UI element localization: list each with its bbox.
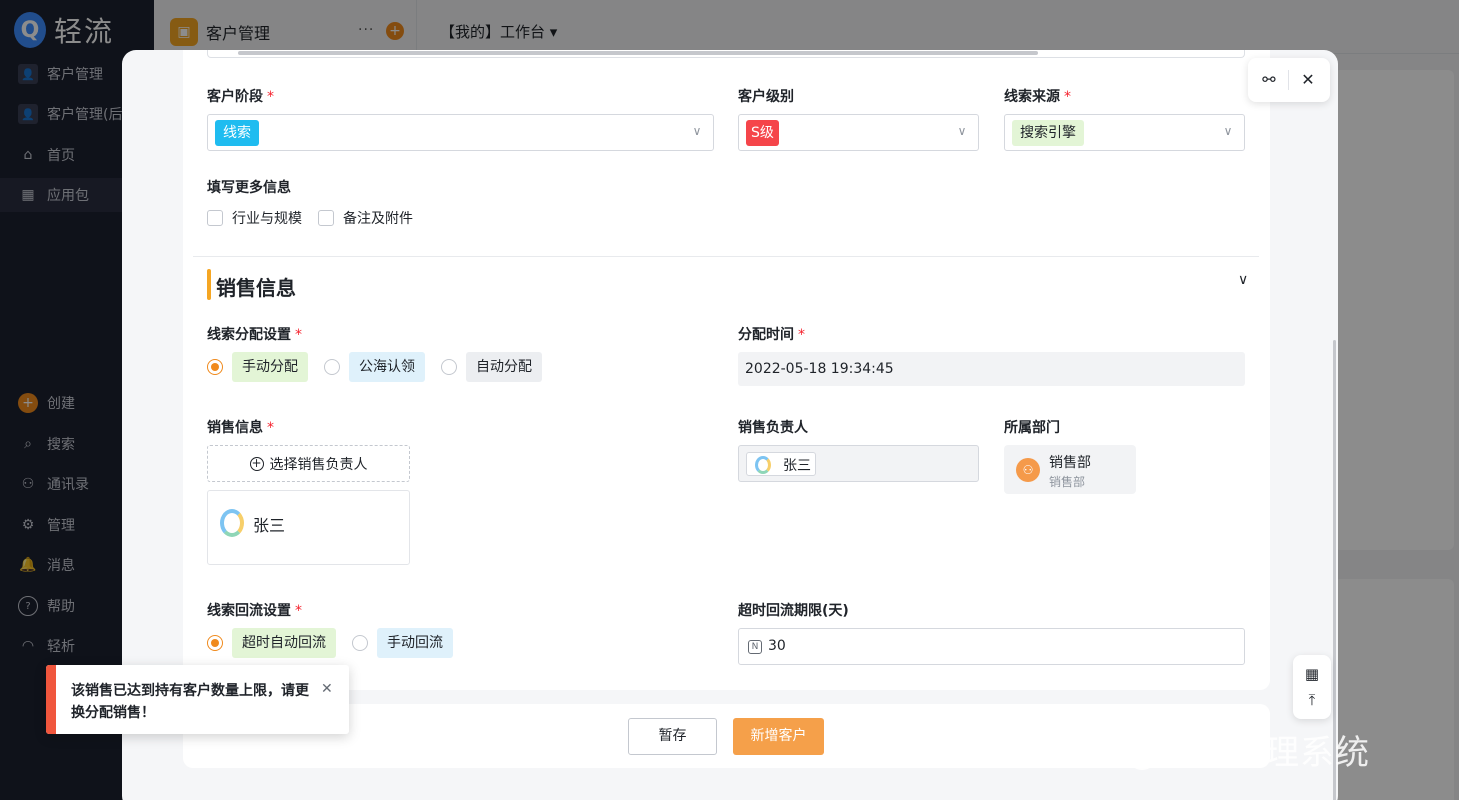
- sales-info-label: 销售信息 *: [207, 420, 274, 436]
- assign-time-label: 分配时间 *: [738, 327, 805, 343]
- option-auto-return[interactable]: 超时自动回流: [232, 628, 336, 658]
- radio-manual-assign[interactable]: [207, 359, 223, 375]
- side-tools: ▦ ⤒: [1293, 655, 1331, 719]
- error-toast: 该销售已达到持有客户数量上限，请更换分配销售！ ✕: [46, 665, 349, 734]
- section-accent-bar: [207, 269, 211, 300]
- close-icon[interactable]: ✕: [1297, 69, 1319, 91]
- avatar: [755, 456, 771, 474]
- radio-manual-return[interactable]: [352, 635, 368, 651]
- close-icon[interactable]: ✕: [321, 681, 333, 697]
- radio-public-pool[interactable]: [324, 359, 340, 375]
- toast-message: 该销售已达到持有客户数量上限，请更换分配销售！: [71, 683, 309, 721]
- radio-auto-return[interactable]: [207, 635, 223, 651]
- customer-stage-tag: 线索: [215, 120, 259, 146]
- customer-level-select[interactable]: S级 ∨: [738, 114, 979, 151]
- section-divider: [193, 256, 1259, 257]
- modal-corner-tools: ⚯ ✕: [1248, 58, 1330, 102]
- department-label: 所属部门: [1004, 420, 1060, 436]
- watermark: @轻流管理系统: [1125, 733, 1370, 773]
- sales-owner-chip: 张三: [746, 452, 816, 476]
- more-info-label: 填写更多信息: [207, 180, 291, 196]
- department-icon: ⚇: [1016, 458, 1040, 482]
- sales-owner-name: 张三: [783, 458, 811, 474]
- avatar: [220, 509, 244, 537]
- tool-divider: [1288, 70, 1289, 90]
- lead-source-tag: 搜索引擎: [1012, 120, 1084, 146]
- add-customer-button[interactable]: 新增客户: [733, 718, 824, 755]
- plus-circle-icon: +: [249, 455, 264, 471]
- lead-source-label: 线索来源 *: [1004, 89, 1071, 105]
- sales-section-title: 销售信息: [216, 276, 296, 300]
- chevron-down-icon: ∨: [692, 124, 702, 138]
- horizontal-scrollbar[interactable]: [238, 51, 1038, 55]
- selected-person-card: 张三: [207, 490, 410, 565]
- option-manual-return[interactable]: 手动回流: [377, 628, 453, 658]
- sales-owner-field: 张三: [738, 445, 979, 482]
- customer-level-tag: S级: [746, 120, 779, 146]
- lead-source-select[interactable]: 搜索引擎 ∨: [1004, 114, 1245, 151]
- checkbox-box[interactable]: [318, 210, 334, 226]
- save-draft-button[interactable]: 暂存: [628, 718, 717, 755]
- customer-stage-label: 客户阶段 *: [207, 89, 274, 105]
- qr-code-icon[interactable]: ▦: [1301, 663, 1323, 685]
- chevron-down-icon: ∨: [1223, 124, 1233, 138]
- option-manual-assign[interactable]: 手动分配: [232, 352, 308, 382]
- chevron-down-icon: ∨: [957, 124, 967, 138]
- industry-scale-checkbox[interactable]: 行业与规模: [207, 208, 302, 228]
- toast-accent-bar: [46, 665, 56, 734]
- department-name: 销售部: [1049, 455, 1091, 471]
- sales-owner-label: 销售负责人: [738, 420, 808, 436]
- radio-auto-assign[interactable]: [441, 359, 457, 375]
- notes-attachments-checkbox[interactable]: 备注及附件: [318, 208, 413, 228]
- timeout-days-input[interactable]: N 30: [738, 628, 1245, 665]
- department-sub: 销售部: [1049, 475, 1086, 489]
- lead-return-label: 线索回流设置 *: [207, 603, 302, 619]
- previous-field-edge: [207, 50, 1245, 58]
- customer-stage-select[interactable]: 线索 ∨: [207, 114, 714, 151]
- select-sales-owner-button[interactable]: + 选择销售负责人: [207, 445, 410, 482]
- selected-person-name: 张三: [253, 516, 286, 535]
- assign-time-value: 2022-05-18 19:34:45: [738, 352, 1245, 386]
- chevron-down-icon[interactable]: ∨: [1238, 272, 1254, 288]
- form-sheet: 客户阶段 * 线索 ∨ 客户级别 S级 ∨ 线索来源 * 搜索引擎 ∨ 填写更多信息…: [183, 50, 1270, 690]
- timeout-days-label: 超时回流期限(天): [738, 603, 849, 619]
- number-icon: N: [748, 640, 762, 654]
- department-card: ⚇ 销售部 销售部: [1004, 445, 1136, 494]
- lead-assignment-label: 线索分配设置 *: [207, 327, 302, 343]
- back-to-top-icon[interactable]: ⤒: [1301, 689, 1323, 711]
- option-auto-assign[interactable]: 自动分配: [466, 352, 542, 382]
- lead-assignment-radio-group: 手动分配 公海认领 自动分配: [207, 352, 558, 382]
- checkbox-box[interactable]: [207, 210, 223, 226]
- timeout-days-value: 30: [768, 638, 786, 654]
- lead-return-radio-group: 超时自动回流 手动回流: [207, 628, 469, 658]
- share-icon[interactable]: ⚯: [1258, 69, 1280, 91]
- customer-level-label: 客户级别: [738, 89, 794, 105]
- option-public-pool[interactable]: 公海认领: [349, 352, 425, 382]
